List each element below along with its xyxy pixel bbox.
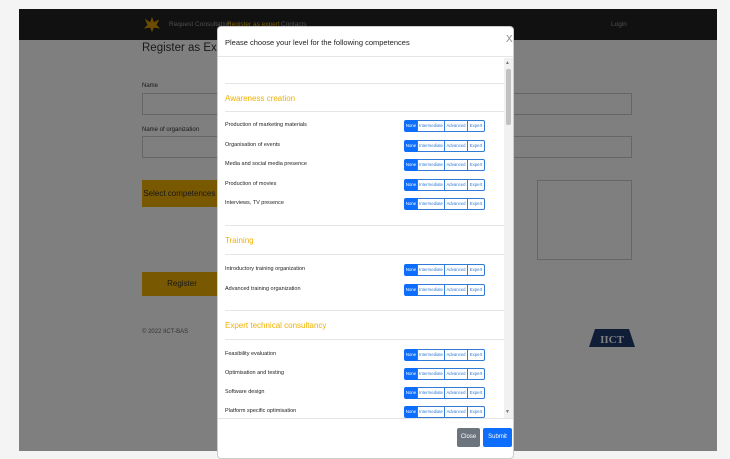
competence-label: Feasibility evaluation <box>225 351 277 357</box>
modal-scrollbar[interactable]: ▲ ▼ <box>504 58 513 418</box>
level-intermediate-button[interactable]: Intermediate <box>417 284 445 296</box>
close-icon[interactable]: X <box>506 34 513 45</box>
submit-button[interactable]: Submit <box>483 428 512 447</box>
close-button[interactable]: Close <box>457 428 480 447</box>
competence-label: Media and social media presence <box>225 161 307 167</box>
level-none-button[interactable]: None <box>404 120 418 132</box>
level-intermediate-button[interactable]: Intermediate <box>417 387 445 399</box>
competence-label: Production of marketing materials <box>225 122 307 128</box>
competence-label: Production of movies <box>225 181 277 187</box>
level-expert-button[interactable]: Expert <box>467 140 485 152</box>
level-none-button[interactable]: None <box>404 387 418 399</box>
modal-body: Awareness creation Production of marketi… <box>218 58 513 418</box>
level-none-button[interactable]: None <box>404 284 418 296</box>
competences-modal: Please choose your level for the followi… <box>217 26 514 459</box>
level-expert-button[interactable]: Expert <box>467 179 485 191</box>
level-advanced-button[interactable]: Advanced <box>444 284 468 296</box>
level-advanced-button[interactable]: Advanced <box>444 349 468 361</box>
competence-label: Software design <box>225 389 265 395</box>
level-expert-button[interactable]: Expert <box>467 120 485 132</box>
level-intermediate-button[interactable]: Intermediate <box>417 179 445 191</box>
level-none-button[interactable]: None <box>404 198 418 210</box>
level-none-button[interactable]: None <box>404 406 418 418</box>
level-button-group: None Intermediate Advanced Expert <box>404 198 485 210</box>
level-intermediate-button[interactable]: Intermediate <box>417 349 445 361</box>
section-divider <box>225 339 504 340</box>
section-title-training: Training <box>225 236 254 245</box>
level-none-button[interactable]: None <box>404 140 418 152</box>
level-button-group: None Intermediate Advanced Expert <box>404 284 485 296</box>
level-button-group: None Intermediate Advanced Expert <box>404 264 485 276</box>
competence-label: Platform specific optimisation <box>225 408 297 414</box>
level-intermediate-button[interactable]: Intermediate <box>417 198 445 210</box>
competence-label: Organisation of events <box>225 142 281 148</box>
screen-background: Request Consultation Register as expert … <box>0 0 730 459</box>
section-title-awareness: Awareness creation <box>225 94 296 103</box>
section-divider <box>225 83 504 84</box>
level-advanced-button[interactable]: Advanced <box>444 140 468 152</box>
modal-header: Please choose your level for the followi… <box>218 27 513 57</box>
level-intermediate-button[interactable]: Intermediate <box>417 368 445 380</box>
level-intermediate-button[interactable]: Intermediate <box>417 120 445 132</box>
level-none-button[interactable]: None <box>404 349 418 361</box>
level-none-button[interactable]: None <box>404 368 418 380</box>
scroll-up-icon[interactable]: ▲ <box>505 60 510 66</box>
competence-label: Advanced training organization <box>225 286 301 292</box>
level-advanced-button[interactable]: Advanced <box>444 159 468 171</box>
modal-title: Please choose your level for the followi… <box>225 38 410 47</box>
level-none-button[interactable]: None <box>404 179 418 191</box>
level-intermediate-button[interactable]: Intermediate <box>417 406 445 418</box>
level-button-group: None Intermediate Advanced Expert <box>404 179 485 191</box>
competence-label: Optimisation and testing <box>225 370 285 376</box>
level-button-group: None Intermediate Advanced Expert <box>404 349 485 361</box>
section-divider <box>225 254 504 255</box>
level-advanced-button[interactable]: Advanced <box>444 120 468 132</box>
level-expert-button[interactable]: Expert <box>467 387 485 399</box>
level-none-button[interactable]: None <box>404 264 418 276</box>
level-button-group: None Intermediate Advanced Expert <box>404 159 485 171</box>
level-button-group: None Intermediate Advanced Expert <box>404 140 485 152</box>
section-divider <box>225 225 504 226</box>
level-advanced-button[interactable]: Advanced <box>444 264 468 276</box>
scroll-down-icon[interactable]: ▼ <box>505 409 510 415</box>
level-expert-button[interactable]: Expert <box>467 264 485 276</box>
level-expert-button[interactable]: Expert <box>467 349 485 361</box>
competence-label: Introductory training organization <box>225 266 306 272</box>
scroll-thumb[interactable] <box>506 69 511 125</box>
level-intermediate-button[interactable]: Intermediate <box>417 264 445 276</box>
level-expert-button[interactable]: Expert <box>467 159 485 171</box>
level-expert-button[interactable]: Expert <box>467 198 485 210</box>
competence-label: Interviews, TV presence <box>225 200 284 206</box>
level-button-group: None Intermediate Advanced Expert <box>404 120 485 132</box>
section-divider <box>225 310 504 311</box>
level-intermediate-button[interactable]: Intermediate <box>417 140 445 152</box>
level-intermediate-button[interactable]: Intermediate <box>417 159 445 171</box>
level-none-button[interactable]: None <box>404 159 418 171</box>
level-advanced-button[interactable]: Advanced <box>444 406 468 418</box>
level-expert-button[interactable]: Expert <box>467 284 485 296</box>
level-button-group: None Intermediate Advanced Expert <box>404 368 485 380</box>
level-expert-button[interactable]: Expert <box>467 406 485 418</box>
level-button-group: None Intermediate Advanced Expert <box>404 387 485 399</box>
modal-footer: Close Submit <box>218 418 513 458</box>
section-title-expert-consultancy: Expert technical consultancy <box>225 321 327 330</box>
level-expert-button[interactable]: Expert <box>467 368 485 380</box>
level-advanced-button[interactable]: Advanced <box>444 179 468 191</box>
level-advanced-button[interactable]: Advanced <box>444 368 468 380</box>
level-advanced-button[interactable]: Advanced <box>444 387 468 399</box>
section-divider <box>225 111 504 112</box>
level-advanced-button[interactable]: Advanced <box>444 198 468 210</box>
level-button-group: None Intermediate Advanced Expert <box>404 406 485 418</box>
